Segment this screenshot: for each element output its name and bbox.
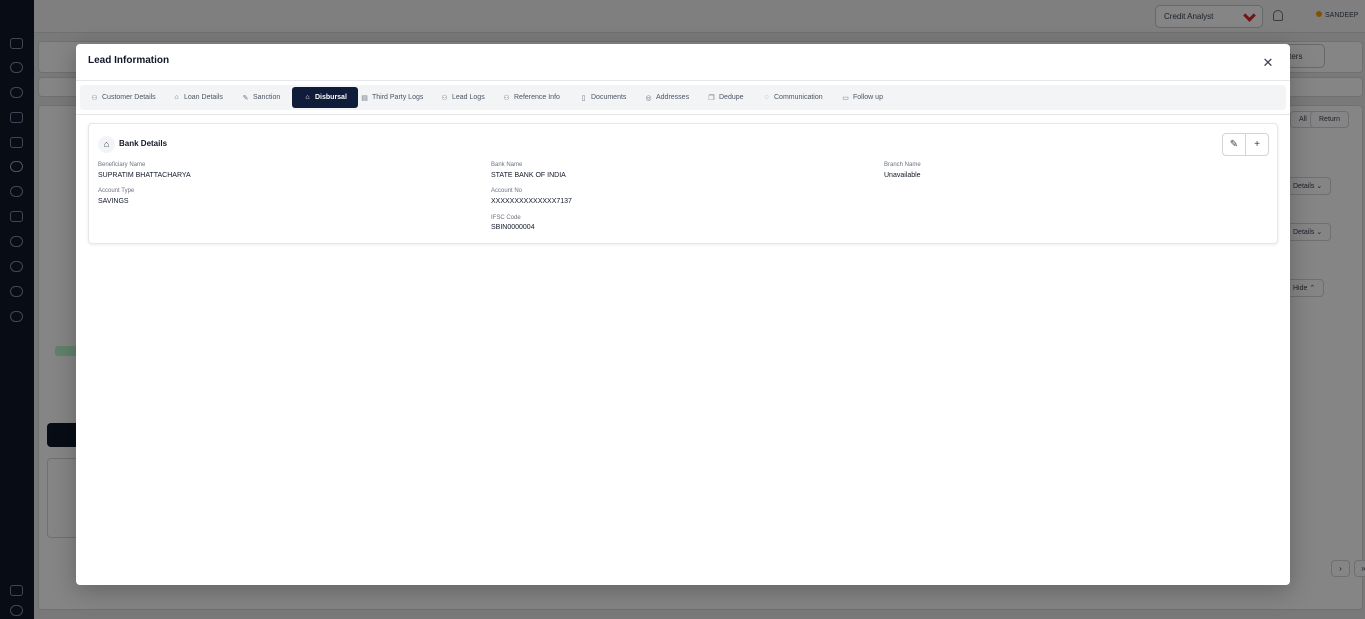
card-title: Bank Details (119, 139, 168, 148)
tab-label: Sanction (253, 94, 281, 101)
document-icon: ▤ (361, 94, 368, 102)
bank-icon: ⌂ (305, 94, 310, 101)
tab-label: Dedupe (719, 94, 744, 101)
beneficiary-name-value: SUPRATIM BHATTACHARYA (98, 172, 191, 179)
account-type-label: Account Type (98, 188, 135, 194)
tab-bar: ⚇ Customer Details ⌂ Loan Details ✎ Sanc… (80, 85, 1286, 110)
edit-button[interactable]: ✎ (1223, 134, 1245, 155)
tab-label: Disbursal (315, 94, 347, 101)
account-no-value: XXXXXXXXXXXXXX7137 (491, 198, 572, 205)
message-icon: ▭ (842, 94, 849, 102)
pencil-icon: ✎ (1229, 139, 1239, 150)
tab-third-party-logs[interactable]: ▤ Third Party Logs (360, 87, 423, 108)
tab-label: Addresses (656, 94, 690, 101)
tab-label: Follow up (853, 94, 883, 101)
ifsc-code-value: SBIN0000004 (491, 224, 535, 231)
bank-icon: ⌂ (174, 94, 179, 101)
tab-loan-details[interactable]: ⌂ Loan Details (172, 87, 223, 108)
lead-information-modal: Lead Information ✕ ⚇ Customer Details ⌂ … (76, 44, 1290, 585)
beneficiary-name-label: Beneficiary Name (98, 162, 146, 168)
modal-header: Lead Information ✕ (76, 44, 1290, 81)
user-icon: ⚇ (91, 94, 98, 102)
bank-name-value: STATE BANK OF INDIA (491, 172, 566, 179)
modal-title: Lead Information (88, 55, 170, 66)
tab-addresses[interactable]: ◎ Addresses (644, 87, 689, 108)
divider (76, 114, 1290, 115)
bank-icon: ⌂ (98, 136, 115, 153)
tab-communication[interactable]: ◌ Communication (762, 87, 823, 108)
ifsc-code-label: IFSC Code (491, 215, 521, 221)
tab-label: Documents (591, 94, 627, 101)
user-check-icon: ⚇ (503, 94, 510, 102)
bank-name-label: Bank Name (491, 162, 523, 168)
bank-details-card: ⌂ Bank Details ✎ + Beneficiary Name SUPR… (88, 123, 1278, 244)
edit-document-icon: ✎ (242, 94, 249, 102)
close-icon[interactable]: ✕ (1260, 55, 1276, 71)
tab-customer-details[interactable]: ⚇ Customer Details (90, 87, 156, 108)
tab-label: Reference Info (514, 94, 560, 101)
account-type-value: SAVINGS (98, 198, 129, 205)
file-icon: ▯ (581, 94, 586, 102)
plus-icon: + (1254, 139, 1260, 150)
tab-label: Customer Details (102, 94, 156, 101)
tab-label: Third Party Logs (372, 94, 424, 101)
users-icon: ⚇ (441, 94, 448, 102)
copy-icon: ❐ (708, 94, 715, 102)
tab-label: Lead Logs (452, 94, 485, 101)
tab-disbursal[interactable]: ⌂ Disbursal (292, 87, 358, 108)
tab-documents[interactable]: ▯ Documents (579, 87, 627, 108)
chat-icon: ◌ (764, 94, 769, 101)
account-no-label: Account No (491, 188, 523, 194)
branch-name-label: Branch Name (884, 162, 921, 168)
tab-label: Loan Details (184, 94, 223, 101)
tab-sanction[interactable]: ✎ Sanction (241, 87, 281, 108)
add-button[interactable]: + (1245, 134, 1268, 155)
card-actions: ✎ + (1222, 133, 1269, 156)
tab-label: Communication (774, 94, 823, 101)
branch-name-value: Unavailable (884, 172, 921, 179)
tab-follow-up[interactable]: ▭ Follow up (841, 87, 883, 108)
tab-reference-info[interactable]: ⚇ Reference Info (502, 87, 560, 108)
map-pin-icon: ◎ (645, 94, 652, 102)
tab-dedupe[interactable]: ❐ Dedupe (707, 87, 744, 108)
tab-lead-logs[interactable]: ⚇ Lead Logs (440, 87, 485, 108)
